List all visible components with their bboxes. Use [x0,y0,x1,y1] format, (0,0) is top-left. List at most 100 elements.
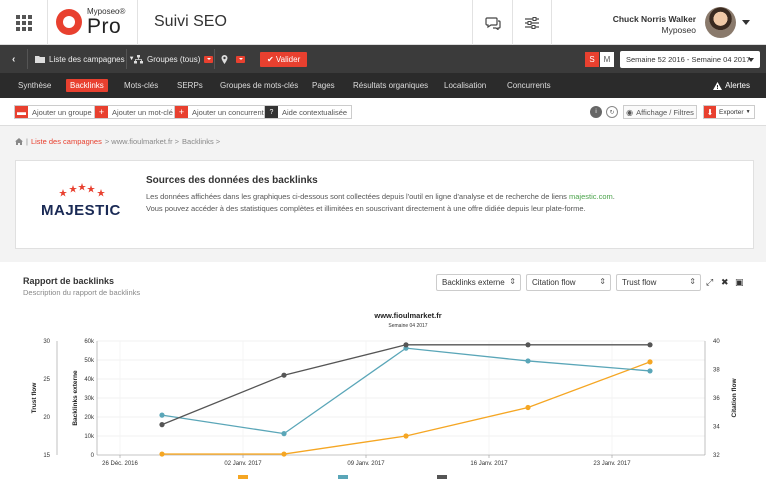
user-company: Myposeo [661,25,697,35]
x-axis-tick: 26 Déc. 2016 [102,461,138,467]
chat-button[interactable] [472,0,512,45]
left-axis-tick: 15 [43,453,50,459]
location-dropdown[interactable] [221,45,245,73]
caret-down-icon: ▼ [745,109,751,115]
add-competitor-label: Ajouter un concurrent [192,107,264,117]
breadcrumb-site[interactable]: > www.fioulmarket.fr > [105,137,179,146]
mid-axis-tick: 0 [91,453,95,459]
location-flag-icon [236,55,245,63]
tab-groupes-mots-cles[interactable]: Groupes de mots-clés [216,79,302,92]
mid-axis-tick: 40k [84,377,95,383]
export-button[interactable]: ⬇ Exporter ▼ [703,105,755,119]
settings-button[interactable] [512,0,552,45]
period-week-toggle[interactable]: S [585,52,599,67]
myposeo-logo[interactable]: Myposeo® Pro [56,7,136,39]
chart-subtitle: Semaine 04 2017 [388,323,427,329]
folder-icon [35,56,45,63]
back-button[interactable]: ‹ [12,45,15,73]
series-line-2 [161,344,650,426]
groups-label: Groupes (tous) [147,54,201,64]
display-filters-label: Affichage / Filtres [636,107,694,117]
campaigns-label: Liste des campagnes [49,54,125,64]
data-point [647,368,653,374]
data-point [159,422,165,428]
toolbar-divider [126,49,127,69]
right-axis-tick: 38 [713,368,720,374]
campaign-toolbar: ‹ Liste des campagnes ▼ Groupes (tous) ✔… [0,45,766,73]
period-month-toggle[interactable]: M [600,52,614,67]
header-divider [137,0,138,45]
right-axis-tick: 32 [713,453,720,459]
warning-icon [713,81,723,90]
majestic-logo: MAJESTIC [41,183,121,223]
data-point [281,372,287,378]
data-point [525,358,531,364]
left-axis-tick: 25 [43,377,50,383]
tab-localisation[interactable]: Localisation [440,79,490,92]
campaigns-dropdown[interactable]: Liste des campagnes ▼ [35,45,135,73]
week-range-select[interactable]: Semaine 52 2016 - Semaine 04 2017 [620,51,760,68]
backlinks-source-panel: MAJESTIC Sources des données des backlin… [15,160,754,249]
add-group-label: Ajouter un groupe [32,107,92,117]
majestic-link[interactable]: majestic.com [569,192,613,201]
tab-pages[interactable]: Pages [308,79,339,92]
action-bar: ▬ Ajouter un groupe + Ajouter un mot-clé… [0,98,766,126]
groups-dropdown[interactable]: Groupes (tous) [134,45,214,73]
right-axis-tick: 40 [713,339,720,345]
add-keyword-button[interactable]: + Ajouter un mot-clé [94,105,178,119]
mid-axis-tick: 30k [84,396,95,402]
legend-swatch-0 [238,475,248,479]
info-line-1: Les données affichées dans les graphique… [146,192,615,201]
question-icon: ? [265,106,278,118]
info-line-1-text: Les données affichées dans les graphique… [146,192,569,201]
display-filters-button[interactable]: ◉ Affichage / Filtres [623,105,697,119]
home-icon[interactable] [15,138,23,145]
main-nav: Synthèse Backlinks Mots-clés SERPs Group… [0,73,766,98]
chevron-down-icon[interactable] [742,20,750,25]
toolbar-divider [27,49,28,69]
data-point [159,451,165,457]
info-title: Sources des données des backlinks [146,175,318,186]
sitemap-icon [134,54,143,63]
tab-resultats-organiques[interactable]: Résultats organiques [349,79,432,92]
chat-bubbles-icon [484,16,501,30]
download-icon: ⬇ [704,106,716,118]
mid-axis-tick: 10k [84,434,95,440]
apps-grid-icon [15,14,32,31]
sliders-icon [525,16,539,29]
help-button[interactable]: ? Aide contextualisée [264,105,353,119]
tab-serps[interactable]: SERPs [173,79,207,92]
tab-synthese[interactable]: Synthèse [14,79,55,92]
avatar[interactable] [705,7,736,38]
export-label: Exporter [719,108,744,116]
page-title: Suivi SEO [154,13,227,30]
add-competitor-button[interactable]: + Ajouter un concurrent [174,105,269,119]
mid-axis-tick: 50k [84,358,95,364]
mid-axis-tick: 20k [84,415,95,421]
alerts-button[interactable]: Alertes [713,79,750,92]
left-axis-tick: 20 [43,415,50,421]
tab-backlinks[interactable]: Backlinks [66,79,108,92]
tab-concurrents[interactable]: Concurrents [503,79,555,92]
plus-icon: + [95,106,108,118]
tab-mots-cles[interactable]: Mots-clés [120,79,162,92]
chevron-left-icon: ‹ [12,53,16,65]
validate-button[interactable]: ✔ Valider [260,52,308,67]
backlinks-line-chart: www.fioulmarket.fr Semaine 04 2017 0 10k 2… [31,311,738,479]
apps-menu-button[interactable] [0,0,48,45]
top-header: Myposeo® Pro Suivi SEO Chuck Norris Walk… [0,0,766,45]
add-keyword-label: Ajouter un mot-clé [112,107,173,117]
info-icon[interactable]: i [590,106,602,118]
refresh-icon[interactable]: ↻ [606,106,618,118]
breadcrumb-campaigns-link[interactable]: Liste des campagnes [31,137,102,146]
series-line-1 [161,347,651,435]
groups-flag-icon [204,55,214,63]
add-group-button[interactable]: ▬ Ajouter un groupe [14,105,97,119]
data-point [647,342,653,348]
user-menu[interactable]: Chuck Norris Walker Myposeo [613,14,696,36]
majestic-brand: MAJESTIC [41,202,121,219]
majestic-stars-icon [59,183,105,197]
mid-axis-label: Backlinks externe [72,370,79,426]
breadcrumb: | Liste des campagnes > www.fioulmarket.… [15,137,220,146]
x-axis-tick: 09 Janv. 2017 [347,461,385,467]
